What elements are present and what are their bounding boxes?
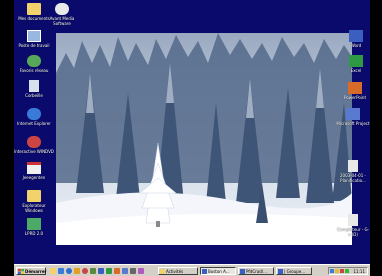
window-icon (160, 269, 165, 274)
quicklaunch-explorer-icon[interactable] (50, 268, 56, 274)
quicklaunch-outlook-icon[interactable] (74, 268, 80, 274)
window-icon (278, 269, 283, 274)
desktop-icon-powerpoint[interactable]: PowerPoint (340, 82, 370, 100)
quicklaunch-word-icon[interactable] (98, 268, 104, 274)
clock[interactable]: 11:11 (353, 268, 365, 275)
calendar-icon (27, 162, 41, 174)
recycle-bin-icon (29, 80, 39, 92)
task-activites[interactable]: Activités (158, 267, 198, 275)
internet-explorer-icon (27, 108, 41, 120)
quicklaunch-powerpoint-icon[interactable] (114, 268, 120, 274)
explorer-icon (27, 190, 41, 202)
desktop-icon-windvd[interactable]: Interactive WINDVD (14, 136, 54, 154)
quicklaunch-media-icon[interactable] (82, 268, 88, 274)
desktop-icon-internet-explorer[interactable]: Internet Explorer (14, 108, 54, 126)
task-groupe[interactable]: | Groupe... (276, 267, 312, 275)
volume-tray-icon[interactable] (335, 269, 339, 273)
desktop-icon-excel[interactable]: Excel (342, 55, 370, 73)
computer-icon (27, 30, 41, 42)
task-boston[interactable]: Boston A... (200, 267, 236, 275)
project-icon (346, 108, 360, 120)
quicklaunch-excel-icon[interactable] (106, 268, 112, 274)
task-pfdcrad[interactable]: PfdCrad/... (238, 267, 274, 275)
desktop: Mes documents Avant Media Software Poste… (14, 0, 370, 276)
powerpoint-icon (348, 82, 362, 94)
wallpaper-winter-forest (56, 33, 352, 245)
desktop-icon-favoris-reseau[interactable]: Favoris réseau (14, 55, 54, 73)
desktop-icon-avant-media[interactable]: Avant Media Software (42, 3, 82, 26)
desktop-icon-jeeegenten[interactable]: Jeeegenten (14, 162, 54, 180)
messenger-tray-icon[interactable] (345, 269, 349, 273)
document-icon (348, 160, 358, 172)
folder-icon (27, 3, 41, 15)
quicklaunch-desktop-icon[interactable] (58, 268, 64, 274)
satellite-icon (55, 3, 69, 15)
word-icon (349, 30, 363, 42)
window-icon (240, 269, 245, 274)
network-tray-icon[interactable] (330, 269, 334, 273)
desktop-icon-microsoft-project[interactable]: Microsoft Project (336, 108, 370, 126)
window-icon (202, 269, 207, 274)
antivirus-tray-icon[interactable] (340, 269, 344, 273)
quicklaunch-project-icon[interactable] (122, 268, 128, 274)
quicklaunch-search-icon[interactable] (90, 268, 96, 274)
excel-icon (349, 55, 363, 67)
windows-logo-icon (18, 269, 24, 274)
system-tray: 11:11 (328, 267, 368, 275)
desktop-icon-completeur[interactable]: Compléteur - G-v (D) (336, 214, 370, 237)
start-button[interactable]: Démarrer (16, 267, 47, 275)
desktop-icon-word[interactable]: Word (342, 30, 370, 48)
dvd-icon (27, 136, 41, 148)
network-icon (27, 55, 41, 67)
app-icon (27, 218, 41, 230)
desktop-icon-corbeille[interactable]: Corbeille (14, 80, 54, 98)
quicklaunch-paint-icon[interactable] (138, 268, 144, 274)
taskbar: Démarrer Activités Boston A... PfdCrad/.… (14, 264, 370, 276)
desktop-icon-planification[interactable]: 2003-04-01 - Planificatio... (336, 160, 370, 183)
desktop-icon-explorateur-windows[interactable]: Explorateur Windows (14, 190, 54, 213)
quicklaunch-calc-icon[interactable] (130, 268, 136, 274)
desktop-icon-lprd[interactable]: LPRD 2.0 (14, 218, 54, 236)
desktop-icon-poste-de-travail[interactable]: Poste de travail (14, 30, 54, 48)
shortcut-icon (348, 214, 358, 226)
quicklaunch-ie-icon[interactable] (66, 268, 72, 274)
